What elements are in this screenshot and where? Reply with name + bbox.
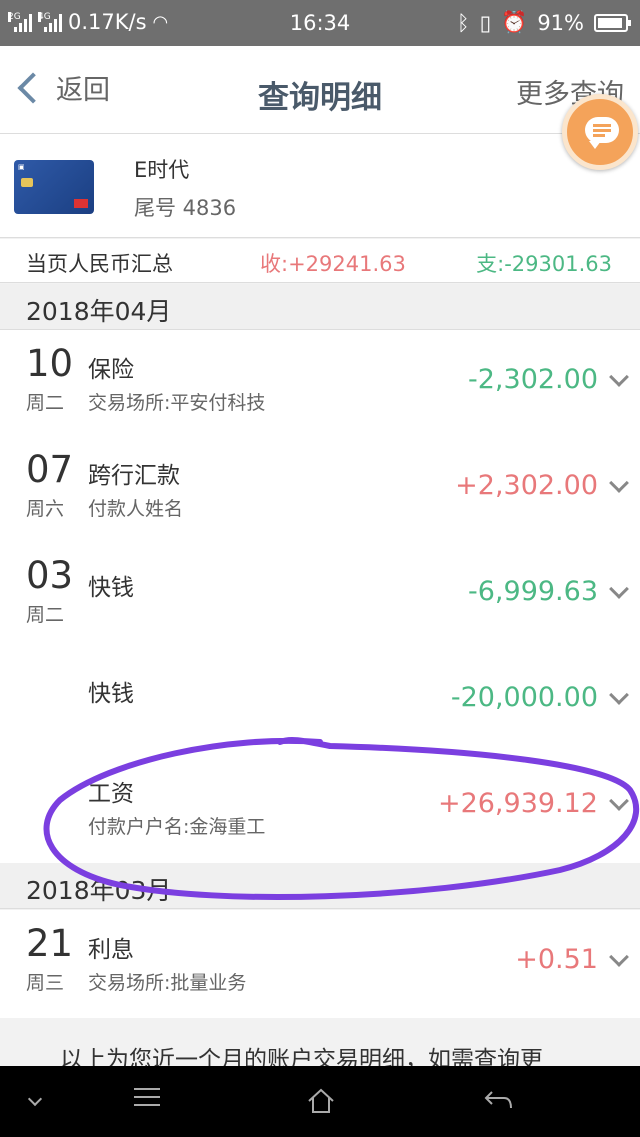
summary-income: 收:+29241.63: [260, 252, 406, 276]
page-summary: 当页人民币汇总 收:+29241.63 支:-29301.63: [0, 239, 640, 283]
back-icon[interactable]: [484, 1088, 514, 1110]
alarm-icon: ⏰: [501, 10, 528, 34]
card-name: E时代: [134, 158, 190, 182]
tx-weekday: 周六: [26, 498, 65, 520]
transaction-row[interactable]: 03 周二 快钱 -6,999.63: [0, 542, 640, 648]
tx-day: 03: [26, 554, 74, 597]
transaction-list: 10 周二 保险 交易场所:平安付科技 -2,302.00 07 周六 跨行汇款…: [0, 330, 640, 863]
menu-icon[interactable]: [134, 1088, 160, 1112]
nav-bar: 返回 查询明细 更多查询: [0, 46, 640, 134]
vibrate-icon: ▯: [479, 10, 492, 35]
tx-weekday: 周三: [26, 972, 65, 994]
chevron-down-icon[interactable]: [609, 947, 629, 967]
chat-bubble-icon: [585, 117, 619, 149]
summary-expense: 支:-29301.63: [476, 252, 612, 276]
home-icon[interactable]: [306, 1088, 336, 1114]
transaction-row[interactable]: 21 周三 利息 交易场所:批量业务 +0.51: [0, 910, 640, 1016]
system-nav-bar: [0, 1066, 640, 1137]
tx-detail: 交易场所:平安付科技: [88, 392, 266, 414]
tx-title: 工资: [88, 781, 134, 807]
chevron-down-icon[interactable]: [609, 579, 629, 599]
tx-detail: 交易场所:批量业务: [88, 972, 247, 994]
tx-amount: -6,999.63: [468, 576, 598, 607]
tx-day: 21: [26, 922, 74, 965]
tx-amount: +26,939.12: [437, 788, 598, 819]
tx-title: 快钱: [88, 575, 134, 601]
tx-day: 10: [26, 342, 74, 385]
tx-title: 保险: [88, 357, 134, 383]
chat-float-button[interactable]: [562, 94, 638, 170]
tx-weekday: 周二: [26, 392, 65, 414]
chevron-down-icon[interactable]: [609, 473, 629, 493]
chevron-down-icon[interactable]: [609, 791, 629, 811]
tx-amount: -20,000.00: [450, 682, 598, 713]
bank-card-image: ▣: [14, 160, 94, 214]
bluetooth-icon: ᛒ: [456, 10, 470, 35]
month-header: 2018年03月: [0, 863, 640, 909]
tx-detail: 付款人姓名: [88, 498, 184, 520]
bank-logo-icon: ▣: [18, 163, 25, 171]
month-header: 2018年04月: [0, 284, 640, 330]
card-tail-number: 尾号 4836: [134, 196, 237, 220]
tx-title: 跨行汇款: [88, 463, 180, 489]
transaction-row[interactable]: 工资 付款户户名:金海重工 +26,939.12: [0, 754, 640, 860]
card-chip-icon: [21, 178, 33, 187]
battery-icon: [594, 13, 631, 32]
transaction-list: 21 周三 利息 交易场所:批量业务 +0.51: [0, 910, 640, 1018]
transaction-row[interactable]: 10 周二 保险 交易场所:平安付科技 -2,302.00: [0, 330, 640, 436]
tx-amount: -2,302.00: [468, 364, 598, 395]
tx-amount: +0.51: [515, 944, 598, 975]
summary-label: 当页人民币汇总: [26, 252, 173, 276]
chevron-down-icon[interactable]: [609, 685, 629, 705]
status-bar: 2G 4G 0.17K/s ◠ 16:34 ᛒ ▯ ⏰ 91%: [0, 0, 640, 46]
battery-percent: 91%: [537, 10, 584, 35]
tx-detail: 付款户户名:金海重工: [88, 816, 266, 838]
tx-weekday: 周二: [26, 604, 65, 626]
tx-title: 利息: [88, 937, 134, 963]
tx-amount: +2,302.00: [455, 470, 598, 501]
tx-title: 快钱: [88, 681, 134, 707]
footer-note: 以上为您近一个月的账户交易明细，如需查询更: [0, 1018, 640, 1073]
account-card[interactable]: ▣ E时代 尾号 4836: [0, 134, 640, 238]
tx-day: 07: [26, 448, 74, 491]
chevron-down-icon[interactable]: [609, 367, 629, 387]
transaction-row[interactable]: 快钱 -20,000.00: [0, 648, 640, 754]
transaction-row[interactable]: 07 周六 跨行汇款 付款人姓名 +2,302.00: [0, 436, 640, 542]
hide-keyboard-icon[interactable]: [27, 1091, 43, 1107]
payment-network-icon: [74, 199, 88, 208]
